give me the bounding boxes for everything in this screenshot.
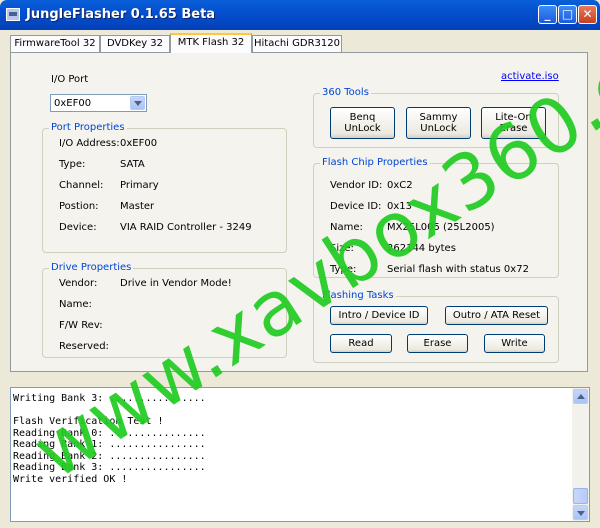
benq-unlock-button[interactable]: Benq UnLock xyxy=(330,107,395,139)
tools-360-title: 360 Tools xyxy=(320,87,371,98)
outro-ata-reset-button[interactable]: Outro / ATA Reset xyxy=(445,306,548,325)
log-output[interactable]: Writing Bank 3: ................ Flash V… xyxy=(10,387,590,522)
drive-row-label: F/W Rev: xyxy=(59,320,103,331)
port-row-label: Channel: xyxy=(59,180,104,191)
chip-row-value: Serial flash with status 0x72 xyxy=(387,264,529,275)
minimize-button[interactable]: _ xyxy=(538,5,557,24)
tab-dvdkey[interactable]: DVDKey 32 xyxy=(100,35,170,52)
write-button[interactable]: Write xyxy=(484,334,545,353)
port-properties-group: Port Properties I/O Address: 0xEF00 Type… xyxy=(42,122,287,253)
scroll-up-icon[interactable] xyxy=(573,389,588,404)
chip-row-value: 0x13 xyxy=(387,201,413,212)
port-row-value: 0xEF00 xyxy=(120,138,158,149)
io-port-value: 0xEF00 xyxy=(54,98,92,109)
close-button[interactable]: ✕ xyxy=(578,5,597,24)
chip-row-value: 0xC2 xyxy=(387,180,413,191)
app-icon xyxy=(6,8,20,21)
io-port-label: I/O Port xyxy=(51,74,89,85)
port-row-label: I/O Address: xyxy=(59,138,120,149)
tab-firmwaretool[interactable]: FirmwareTool 32 xyxy=(10,35,100,52)
tools-360-group: 360 Tools Benq UnLock Sammy UnLock Lite-… xyxy=(313,87,559,148)
liteon-erase-button[interactable]: Lite-On Erase xyxy=(481,107,546,139)
chip-row-label: Vendor ID: xyxy=(330,180,383,191)
chip-row-value: 262144 bytes xyxy=(387,243,456,254)
drive-row-label: Reserved: xyxy=(59,341,109,352)
drive-properties-title: Drive Properties xyxy=(49,262,134,273)
port-row-label: Type: xyxy=(59,159,86,170)
window-title: JungleFlasher 0.1.65 Beta xyxy=(26,7,216,22)
drive-row-value: Drive in Vendor Mode! xyxy=(120,278,232,289)
sammy-unlock-button[interactable]: Sammy UnLock xyxy=(406,107,471,139)
flash-chip-title: Flash Chip Properties xyxy=(320,157,430,168)
drive-properties-group: Drive Properties Vendor: Drive in Vendor… xyxy=(42,262,287,358)
port-row-value: VIA RAID Controller - 3249 xyxy=(120,222,252,233)
flashing-tasks-title: Flashing Tasks xyxy=(320,290,396,301)
port-row-value: Primary xyxy=(120,180,159,191)
scroll-down-icon[interactable] xyxy=(573,505,588,520)
chip-row-label: Name: xyxy=(330,222,363,233)
port-properties-title: Port Properties xyxy=(49,122,127,133)
log-scrollbar[interactable] xyxy=(572,388,589,521)
read-button[interactable]: Read xyxy=(330,334,392,353)
activate-iso-link[interactable]: activate.iso xyxy=(501,71,559,82)
drive-row-label: Vendor: xyxy=(59,278,98,289)
chip-row-label: Size: xyxy=(330,243,354,254)
mtk-flash-panel: I/O Port 0xEF00 activate.iso Port Proper… xyxy=(10,52,588,372)
chip-row-value: MX25L005 (25L2005) xyxy=(387,222,495,233)
tab-mtk-flash[interactable]: MTK Flash 32 xyxy=(170,33,252,53)
flashing-tasks-group: Flashing Tasks Intro / Device ID Outro /… xyxy=(313,290,559,363)
port-row-value: Master xyxy=(120,201,155,212)
scroll-thumb[interactable] xyxy=(573,488,588,504)
erase-button[interactable]: Erase xyxy=(407,334,468,353)
drive-row-label: Name: xyxy=(59,299,92,310)
maximize-button[interactable]: □ xyxy=(558,5,577,24)
title-bar[interactable]: JungleFlasher 0.1.65 Beta _ □ ✕ xyxy=(0,0,600,30)
chip-row-label: Device ID: xyxy=(330,201,382,212)
tab-hitachi[interactable]: Hitachi GDR3120 xyxy=(252,35,342,52)
flash-chip-group: Flash Chip Properties Vendor ID: 0xC2 De… xyxy=(313,157,559,278)
io-port-select[interactable]: 0xEF00 xyxy=(50,94,147,112)
chip-row-label: Type: xyxy=(330,264,357,275)
intro-device-id-button[interactable]: Intro / Device ID xyxy=(330,306,428,325)
port-row-label: Device: xyxy=(59,222,97,233)
chevron-down-icon[interactable] xyxy=(130,96,145,110)
port-row-label: Postion: xyxy=(59,201,99,212)
log-text: Writing Bank 3: ................ Flash V… xyxy=(13,393,206,485)
port-row-value: SATA xyxy=(120,159,145,170)
